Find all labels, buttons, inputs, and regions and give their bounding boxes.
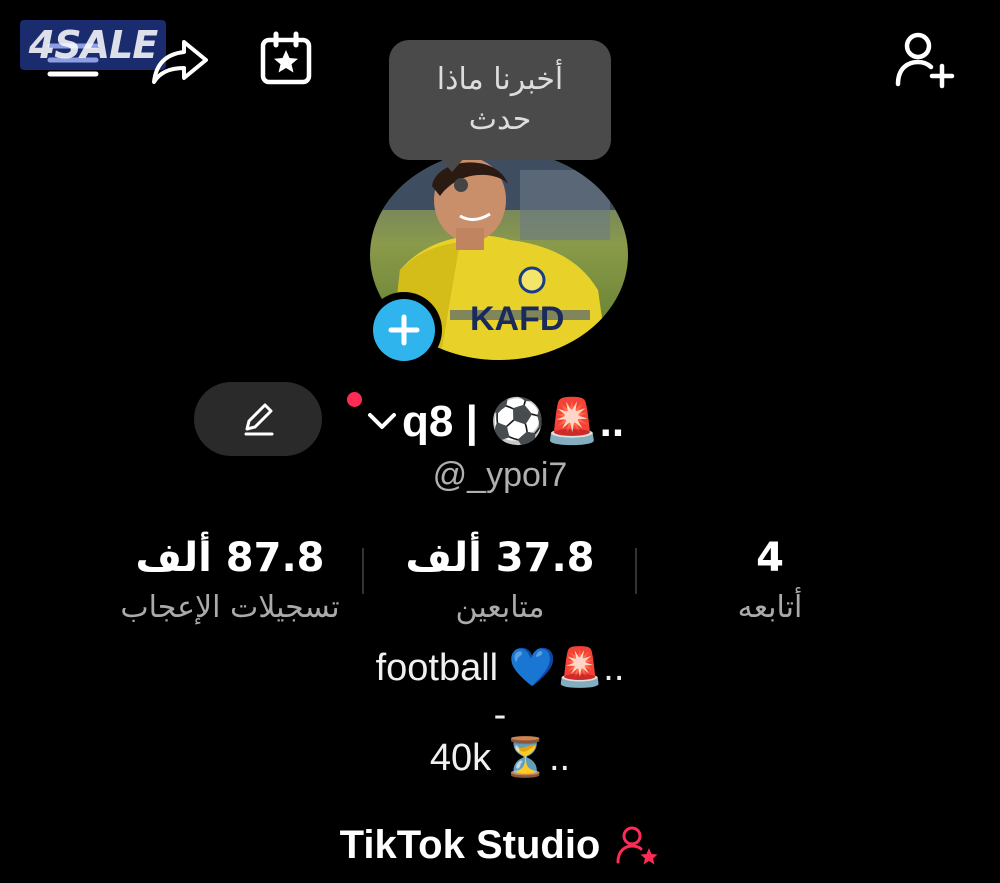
stat-divider (635, 548, 637, 594)
add-story-button[interactable] (366, 292, 442, 368)
bio-line: - (493, 694, 507, 736)
pencil-icon (244, 403, 274, 436)
plus-icon (388, 314, 420, 346)
tiktok-studio-link[interactable]: TikTok Studio (0, 815, 1000, 875)
edit-profile-button[interactable] (194, 382, 322, 456)
followers-count: 37.8 ألف (405, 535, 595, 581)
stat-divider (362, 548, 364, 594)
likes-label: تسجيلات الإعجاب (120, 590, 340, 625)
tooltip-anchor-dot (454, 178, 468, 192)
studio-label: TikTok Studio (339, 822, 601, 867)
username-handle: @_ypoi7 (432, 456, 568, 494)
stat-likes[interactable]: 87.8 ألف تسجيلات الإعجاب (70, 530, 390, 630)
svg-text:KAFD: KAFD (470, 300, 564, 338)
bio-line: football 💙🚨.. (375, 647, 625, 689)
followers-label: متابعين (455, 590, 545, 625)
add-friend-icon[interactable] (892, 28, 956, 92)
notification-dot (347, 392, 362, 407)
stat-followers[interactable]: 37.8 ألف متابعين (380, 530, 620, 630)
tooltip-tail (438, 156, 466, 172)
share-icon[interactable] (148, 28, 212, 92)
account-switcher-name[interactable]: q8 | ⚽🚨.. (402, 386, 624, 456)
following-label: أتابعه (737, 590, 803, 625)
watermark-logo: 4SALE (20, 20, 166, 70)
calendar-star-icon[interactable] (254, 28, 318, 92)
chevron-down-icon[interactable] (366, 410, 398, 432)
studio-person-star-icon (616, 826, 658, 865)
following-count: 4 (756, 535, 784, 581)
tooltip-bubble[interactable]: أخبرنا ماذا حدث (389, 40, 611, 160)
bio-line: 40k ⏳.. (429, 737, 571, 779)
display-name: q8 | ⚽🚨.. (402, 397, 625, 446)
likes-count: 87.8 ألف (135, 535, 325, 581)
stat-following[interactable]: 4 أتابعه (680, 530, 860, 630)
tooltip-text: أخبرنا ماذا حدث (436, 62, 564, 137)
